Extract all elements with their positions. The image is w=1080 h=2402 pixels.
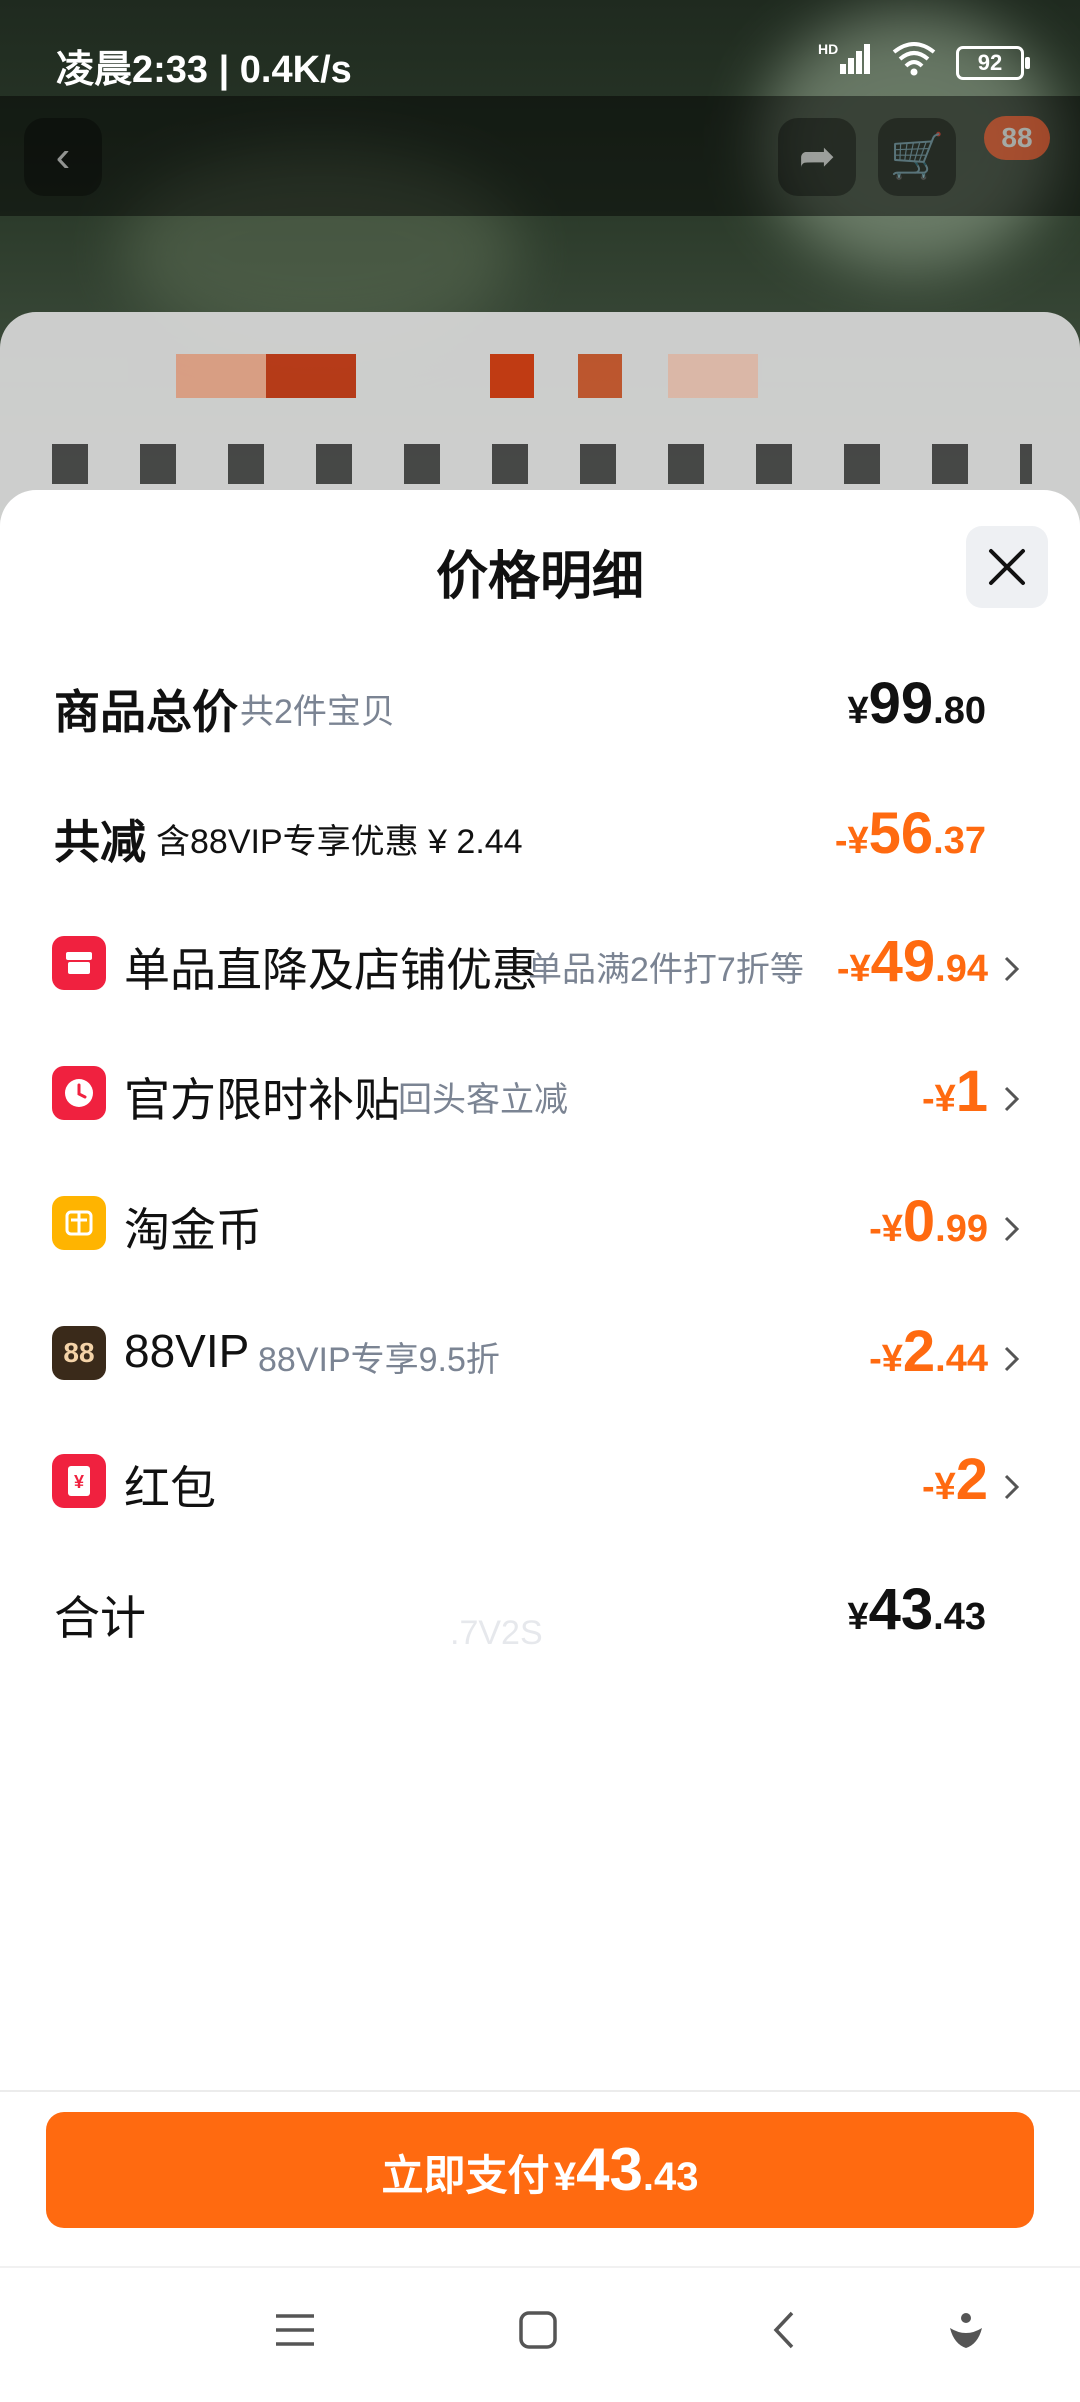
share-button[interactable]: ➦ <box>778 118 856 196</box>
system-navigation-bar <box>0 2266 1080 2402</box>
battery-icon: 92 <box>956 46 1030 80</box>
row-amount: -¥56.37 <box>834 801 986 866</box>
chevron-left-icon: ‹ <box>55 132 71 181</box>
chevron-right-icon <box>1004 956 1020 982</box>
row-amount: -¥1 <box>921 1059 988 1124</box>
row-red-packet[interactable]: ¥ 红包 -¥2 <box>0 1416 1080 1536</box>
cart-count-badge: 88 <box>984 116 1050 160</box>
row-total-discount: 共减 含88VIP专享优惠 ¥ 2.44 -¥56.37 <box>0 770 1080 890</box>
cart-button[interactable]: 🛒 <box>878 118 956 196</box>
svg-text:¥: ¥ <box>74 1472 84 1492</box>
red-packet-icon: ¥ <box>52 1454 106 1508</box>
chevron-right-icon <box>1004 1216 1020 1242</box>
network-label: HD <box>818 41 838 57</box>
wifi-icon <box>890 40 938 86</box>
product-top-nav: ‹ ➦ 🛒 88 <box>0 96 1080 216</box>
sheet-title: 价格明细 <box>435 548 644 606</box>
vip-icon-text: 88 <box>63 1337 95 1368</box>
row-label: 红包 <box>124 1462 216 1514</box>
chevron-right-icon <box>1004 1086 1020 1112</box>
row-sub: 回头客立减 <box>398 1081 568 1119</box>
close-button[interactable] <box>966 526 1048 608</box>
row-label: 共减 <box>54 816 146 868</box>
row-label: 合计 <box>54 1592 146 1644</box>
divider <box>0 2090 1080 2092</box>
row-amount: ¥43.43 <box>847 1577 986 1642</box>
row-label: 淘金币 <box>124 1204 262 1256</box>
recent-apps-button[interactable] <box>274 2310 316 2355</box>
status-icons: HD 92 <box>818 40 1030 86</box>
home-button[interactable] <box>518 2310 558 2355</box>
chevron-right-icon <box>1004 1474 1020 1500</box>
status-bar: 凌晨2:33 | 0.4K/s HD 92 <box>0 0 1080 96</box>
back-nav-button[interactable] <box>770 2310 798 2355</box>
pay-label: 立即支付 <box>381 2152 550 2199</box>
row-sub: 单品满2件打7折等 <box>528 951 804 989</box>
coin-icon <box>52 1196 106 1250</box>
row-amount: -¥49.94 <box>836 929 988 994</box>
pay-currency: ¥ <box>553 2155 577 2199</box>
row-amount: -¥2.44 <box>869 1319 988 1384</box>
status-time: 凌晨2:33 | 0.4K/s <box>56 49 352 91</box>
row-official-subsidy[interactable]: 官方限时补贴 回头客立减 -¥1 <box>0 1028 1080 1148</box>
back-chevron-icon <box>773 2311 794 2349</box>
row-88vip[interactable]: 88 88VIP 88VIP专享9.5折 -¥2.44 <box>0 1288 1080 1408</box>
chevron-right-icon <box>1004 1346 1020 1372</box>
row-label: 88VIP <box>124 1325 250 1377</box>
row-sub: 含88VIP专享优惠 ¥ 2.44 <box>156 823 523 861</box>
row-label: 商品总价 <box>54 686 238 738</box>
row-shop-discount[interactable]: 单品直降及店铺优惠 单品满2件打7折等 -¥49.94 <box>0 898 1080 1018</box>
close-icon <box>989 549 1025 585</box>
assistant-icon <box>950 2313 982 2348</box>
clock-icon <box>52 1066 106 1120</box>
row-label: 官方限时补贴 <box>124 1074 400 1126</box>
row-sub: 共2件宝贝 <box>240 693 395 731</box>
row-sub: 88VIP专享9.5折 <box>258 1341 500 1379</box>
home-square-icon <box>519 2311 557 2349</box>
signal-icon: HD <box>818 40 872 86</box>
row-amount: -¥0.99 <box>869 1189 988 1254</box>
pay-now-button[interactable]: 立即支付 ¥43.43 <box>46 2112 1034 2228</box>
row-tao-coin[interactable]: 淘金币 -¥0.99 <box>0 1158 1080 1278</box>
assistant-button[interactable] <box>946 2310 986 2355</box>
row-amount: ¥99.80 <box>847 671 986 736</box>
row-amount: -¥2 <box>921 1447 988 1512</box>
vip-88-icon: 88 <box>52 1326 106 1380</box>
share-icon: ➦ <box>798 132 836 181</box>
row-label: 单品直降及店铺优惠 <box>124 944 538 996</box>
cart-icon: 🛒 <box>889 132 945 181</box>
shop-icon <box>52 936 106 990</box>
pay-amount-int: 43 <box>576 2136 643 2203</box>
back-button[interactable]: ‹ <box>24 118 102 196</box>
menu-icon <box>276 2314 314 2346</box>
row-grand-total: 合计 ¥43.43 <box>0 1546 1080 1666</box>
row-goods-total: 商品总价 共2件宝贝 ¥99.80 <box>0 640 1080 760</box>
pay-amount-dec: .43 <box>642 2155 699 2199</box>
